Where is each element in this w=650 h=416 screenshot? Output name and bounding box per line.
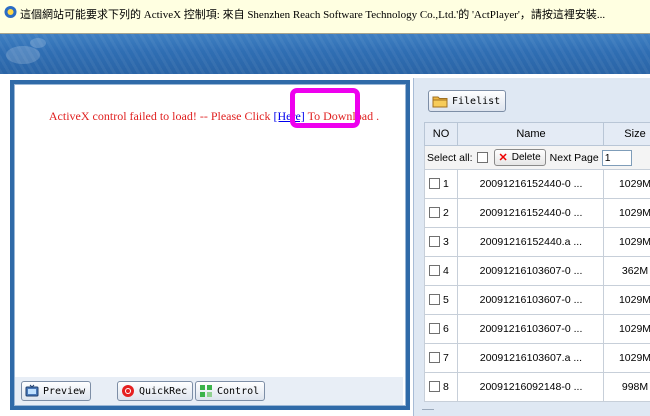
row-number: 2 <box>443 207 449 219</box>
player-toolbar: Preview QuickRec Control <box>15 377 403 405</box>
row-checkbox[interactable] <box>429 294 440 305</box>
row-number: 3 <box>443 236 449 248</box>
row-number: 5 <box>443 294 449 306</box>
file-size-cell: 1029M <box>618 294 650 306</box>
file-size-cell: 1029M <box>618 178 650 190</box>
table-row[interactable]: 2 20091216152440-0 ... 1029M <box>424 199 650 228</box>
row-checkbox[interactable] <box>429 381 440 392</box>
file-size-cell: 362M <box>621 265 649 277</box>
control-grid-icon <box>199 384 213 398</box>
file-name-cell[interactable]: 20091216152440-0 ... <box>459 199 604 227</box>
select-all-checkbox[interactable] <box>476 152 488 163</box>
row-number: 1 <box>443 178 449 190</box>
delete-button[interactable]: ✕ Delete <box>493 149 546 166</box>
row-checkbox[interactable] <box>429 323 440 334</box>
column-header-no: NO <box>425 123 458 145</box>
activex-info-bar[interactable]: 這個網站可能要求下列的 ActiveX 控制項: 來自 Shenzhen Rea… <box>0 0 650 34</box>
quickrec-button[interactable]: QuickRec <box>117 381 194 401</box>
activex-info-message: 這個網站可能要求下列的 ActiveX 控制項: 來自 Shenzhen Rea… <box>20 9 606 21</box>
row-checkbox[interactable] <box>429 352 440 363</box>
row-checkbox[interactable] <box>429 265 440 276</box>
file-size-cell: 1029M <box>618 207 650 219</box>
filelist-panel: Filelist NO Name Size Select all: ✕ Dele… <box>413 78 650 416</box>
table-row[interactable]: 4 20091216103607-0 ... 362M <box>424 257 650 286</box>
scroll-indicator <box>422 409 434 410</box>
highlight-annotation-box <box>290 88 360 128</box>
shield-icon <box>4 6 17 18</box>
filelist-button[interactable]: Filelist <box>428 90 507 112</box>
row-number: 8 <box>443 381 449 393</box>
table-row[interactable]: 7 20091216103607.a ... 1029M <box>424 344 650 373</box>
file-size-cell: 1029M <box>618 236 650 248</box>
header-banner <box>0 34 650 74</box>
table-row[interactable]: 8 20091216092148-0 ... 998M <box>424 373 650 402</box>
file-name-cell[interactable]: 20091216152440-0 ... <box>459 170 604 198</box>
file-table: NO Name Size Select all: ✕ Delete Next P… <box>424 122 650 402</box>
row-number-cell: 6 <box>425 315 458 343</box>
file-size-cell: 1029M <box>618 323 650 335</box>
preview-button[interactable]: Preview <box>21 381 92 401</box>
record-icon <box>121 384 135 398</box>
column-header-name: Name <box>459 123 604 145</box>
file-name-cell[interactable]: 20091216152440.a ... <box>459 228 604 256</box>
file-name-cell[interactable]: 20091216103607.a ... <box>459 344 604 372</box>
file-name-cell[interactable]: 20091216103607-0 ... <box>459 315 604 343</box>
row-number-cell: 1 <box>425 170 458 198</box>
row-number: 4 <box>443 265 449 277</box>
table-row[interactable]: 3 20091216152440.a ... 1029M <box>424 228 650 257</box>
row-number-cell: 3 <box>425 228 458 256</box>
player-frame: ActiveX control failed to load! -- Pleas… <box>10 80 410 410</box>
control-button[interactable]: Control <box>195 381 266 401</box>
row-number: 7 <box>443 352 449 364</box>
row-number-cell: 2 <box>425 199 458 227</box>
delete-x-icon: ✕ <box>498 152 508 164</box>
table-row[interactable]: 5 20091216103607-0 ... 1029M <box>424 286 650 315</box>
row-number-cell: 7 <box>425 344 458 372</box>
page-number-input[interactable] <box>601 149 632 166</box>
file-name-cell[interactable]: 20091216103607-0 ... <box>459 257 604 285</box>
table-row[interactable]: 6 20091216103607-0 ... 1029M <box>424 315 650 344</box>
file-size-cell: 998M <box>621 381 649 393</box>
select-toolbar-row: Select all: ✕ Delete Next Page <box>424 146 650 170</box>
row-number-cell: 8 <box>425 373 458 401</box>
row-checkbox[interactable] <box>429 236 440 247</box>
table-row[interactable]: 1 20091216152440-0 ... 1029M <box>424 170 650 199</box>
file-name-cell[interactable]: 20091216103607-0 ... <box>459 286 604 314</box>
file-name-cell[interactable]: 20091216092148-0 ... <box>459 373 604 401</box>
tv-icon <box>25 384 39 398</box>
row-number-cell: 5 <box>425 286 458 314</box>
select-all-label: Select all: <box>427 151 473 164</box>
row-number-cell: 4 <box>425 257 458 285</box>
row-checkbox[interactable] <box>429 178 440 189</box>
table-header: NO Name Size <box>424 122 650 146</box>
folder-icon <box>432 96 448 107</box>
row-number: 6 <box>443 323 449 335</box>
next-page-link[interactable]: Next Page <box>550 152 599 164</box>
row-checkbox[interactable] <box>429 207 440 218</box>
file-size-cell: 1029M <box>618 352 650 364</box>
column-header-size: Size <box>624 128 646 140</box>
